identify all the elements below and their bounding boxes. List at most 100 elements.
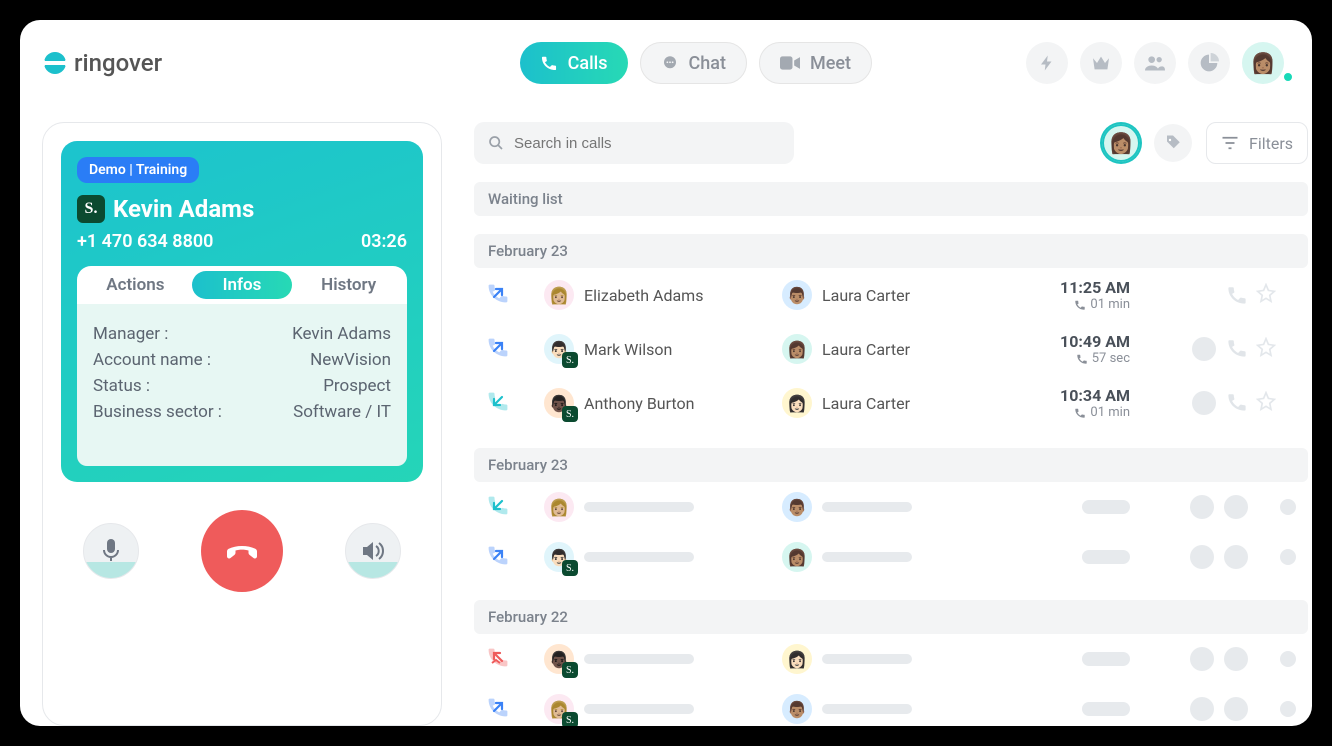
skeleton-circle — [1190, 545, 1214, 569]
call-row-loading: 👩🏼👨🏽 — [474, 482, 1308, 532]
call-tabs: Actions Infos History — [77, 266, 407, 304]
caller-phone: +1 470 634 8800 — [77, 231, 213, 252]
call-row-loading: 👨🏿S.👩🏻 — [474, 634, 1308, 684]
tab-history[interactable]: History — [298, 271, 399, 299]
agent-name: Laura Carter — [822, 286, 910, 305]
phone-icon — [540, 54, 558, 72]
call-list-area: 👩🏽 Filters Waiting list February 23 👩🏼El… — [474, 122, 1308, 726]
call-duration: 01 min — [990, 405, 1130, 420]
skeleton-bar — [822, 552, 912, 562]
call-duration: 57 sec — [990, 351, 1130, 366]
crm-badge-icon: S. — [562, 352, 578, 368]
message-action[interactable] — [1192, 391, 1216, 415]
message-action[interactable] — [1192, 337, 1216, 361]
search-input[interactable] — [514, 135, 780, 152]
person-avatar: 👨🏽 — [782, 280, 812, 310]
caller-name: Anthony Burton — [584, 394, 694, 413]
header: ringover Calls Chat Meet — [42, 42, 1308, 84]
info-account-label: Account name : — [93, 350, 211, 370]
calls-skeleton-1: 👩🏼👨🏽 👨🏻S. 👩🏽 — [474, 482, 1308, 582]
star-icon[interactable] — [1256, 391, 1276, 411]
hangup-icon — [222, 531, 262, 571]
mute-button[interactable] — [83, 523, 139, 579]
section-date-3: February 22 — [474, 600, 1308, 634]
person-avatar: 👩🏼 — [544, 492, 574, 522]
call-direction-icon — [486, 389, 510, 413]
nav-chat-label: Chat — [689, 53, 726, 74]
skeleton-circle — [1224, 647, 1248, 671]
call-row-loading: 👨🏻S. 👩🏽 — [474, 532, 1308, 582]
crm-badge-icon: S. — [562, 560, 578, 576]
person-avatar: 👩🏽 — [782, 334, 812, 364]
chat-icon — [661, 54, 679, 72]
skeleton-bar — [822, 704, 912, 714]
skeleton-bar — [1082, 550, 1130, 564]
person-avatar: 👨🏻S. — [544, 542, 574, 572]
person-avatar: 👨🏻S. — [544, 334, 574, 364]
call-duration: 01 min — [990, 297, 1130, 312]
call-row[interactable]: 👨🏿S.Anthony Burton👩🏻Laura Carter10:34 AM… — [474, 376, 1308, 430]
call-row[interactable]: 👨🏻S.Mark Wilson👩🏽Laura Carter10:49 AM57 … — [474, 322, 1308, 376]
tab-infos[interactable]: Infos — [192, 271, 293, 299]
skeleton-circle — [1224, 697, 1248, 721]
bolt-button[interactable] — [1026, 42, 1068, 84]
tag-icon — [1164, 134, 1182, 152]
person-avatar: 👩🏽 — [782, 542, 812, 572]
skeleton-bar — [822, 502, 912, 512]
crown-button[interactable] — [1080, 42, 1122, 84]
nav-chat[interactable]: Chat — [640, 42, 747, 84]
agent-name: Laura Carter — [822, 394, 910, 413]
bolt-icon — [1038, 54, 1056, 72]
call-row[interactable]: 👩🏼Elizabeth Adams👨🏽Laura Carter11:25 AM0… — [474, 268, 1308, 322]
call-controls — [61, 510, 423, 592]
search-calls[interactable] — [474, 122, 794, 164]
hangup-button[interactable] — [201, 510, 283, 592]
caller-name: Elizabeth Adams — [584, 286, 703, 305]
nav-calls-label: Calls — [568, 53, 608, 74]
crm-badge-icon: S. — [77, 195, 105, 223]
tag-filter-button[interactable] — [1154, 124, 1192, 162]
nav-calls[interactable]: Calls — [520, 42, 628, 84]
star-icon[interactable] — [1256, 337, 1276, 357]
call-tag-badge: Demo | Training — [77, 157, 199, 183]
person-avatar: 👩🏼S. — [544, 694, 574, 724]
call-time: 10:34 AM — [990, 386, 1130, 405]
call-action-icon[interactable] — [1226, 337, 1248, 359]
stats-button[interactable] — [1188, 42, 1230, 84]
skeleton-bar — [1082, 500, 1130, 514]
skeleton-circle — [1224, 545, 1248, 569]
skeleton-circle — [1190, 647, 1214, 671]
skeleton-circle — [1280, 549, 1296, 565]
skeleton-bar — [584, 654, 694, 664]
nav-meet[interactable]: Meet — [759, 42, 872, 84]
filters-button[interactable]: Filters — [1206, 122, 1308, 164]
brand-logo: ringover — [42, 49, 162, 77]
caller-name: Kevin Adams — [113, 195, 254, 223]
profile-avatar[interactable]: 👩🏽 — [1242, 42, 1284, 84]
calls-skeleton-2: 👨🏿S.👩🏻👩🏼S.👨🏽 — [474, 634, 1308, 726]
nav-meet-label: Meet — [810, 53, 851, 74]
call-direction-icon — [486, 645, 510, 669]
call-card: Demo | Training S. Kevin Adams +1 470 63… — [61, 141, 423, 482]
person-avatar: 👨🏿S. — [544, 644, 574, 674]
people-button[interactable] — [1134, 42, 1176, 84]
section-date-2: February 23 — [474, 448, 1308, 482]
filter-user-avatar[interactable]: 👩🏽 — [1102, 124, 1140, 162]
info-account-value: NewVision — [310, 350, 391, 370]
person-avatar: 👨🏿S. — [544, 388, 574, 418]
active-call-panel: Demo | Training S. Kevin Adams +1 470 63… — [42, 122, 442, 726]
call-direction-icon — [486, 335, 510, 359]
video-icon — [780, 56, 800, 70]
call-action-icon[interactable] — [1226, 391, 1248, 413]
speaker-icon — [361, 541, 385, 561]
call-direction-icon — [486, 543, 510, 567]
star-icon[interactable] — [1256, 283, 1276, 303]
call-direction-icon — [486, 493, 510, 517]
call-action-icon[interactable] — [1226, 284, 1248, 306]
info-manager-label: Manager : — [93, 324, 168, 344]
info-status-label: Status : — [93, 376, 150, 396]
speaker-button[interactable] — [345, 523, 401, 579]
call-direction-icon — [486, 281, 510, 305]
call-time: 11:25 AM — [990, 278, 1130, 297]
tab-actions[interactable]: Actions — [85, 271, 186, 299]
